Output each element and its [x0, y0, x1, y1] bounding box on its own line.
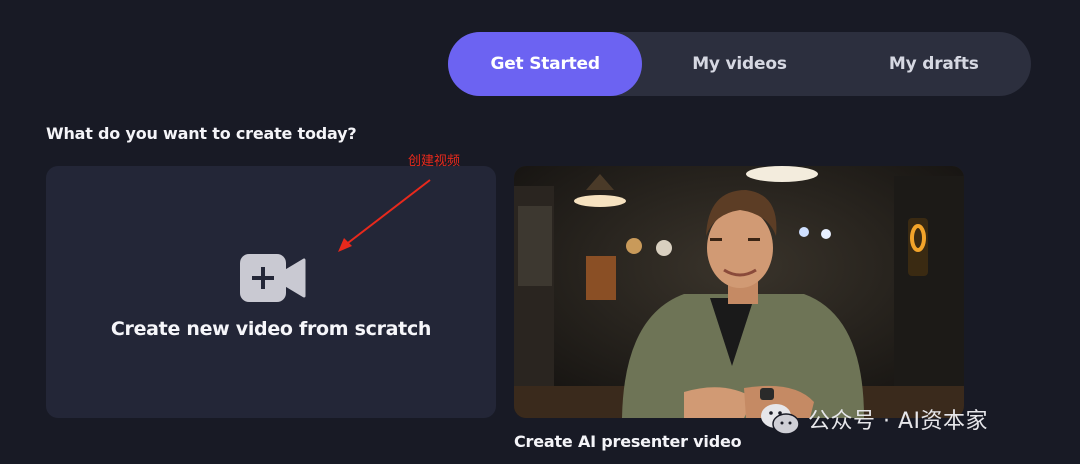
ai-presenter-card[interactable]: [514, 166, 964, 418]
tab-get-started[interactable]: Get Started: [448, 32, 643, 96]
video-camera-plus-icon: [240, 254, 306, 302]
create-from-scratch-label: Create new video from scratch: [110, 318, 432, 340]
wechat-icon: [761, 404, 800, 435]
annotation-label: 创建视频: [408, 154, 461, 169]
page-prompt: What do you want to create today?: [46, 124, 357, 143]
tab-bar: Get Started My videos My drafts: [448, 32, 1031, 96]
tab-my-videos[interactable]: My videos: [642, 32, 836, 96]
watermark: 公众号 · AI资本家: [760, 400, 988, 438]
tab-my-drafts[interactable]: My drafts: [837, 32, 1031, 96]
presenter-photo: [514, 166, 964, 418]
watermark-text: 公众号 · AI资本家: [808, 409, 989, 434]
ai-presenter-label: Create AI presenter video: [514, 432, 742, 451]
annotation-arrow-icon: [338, 179, 431, 252]
